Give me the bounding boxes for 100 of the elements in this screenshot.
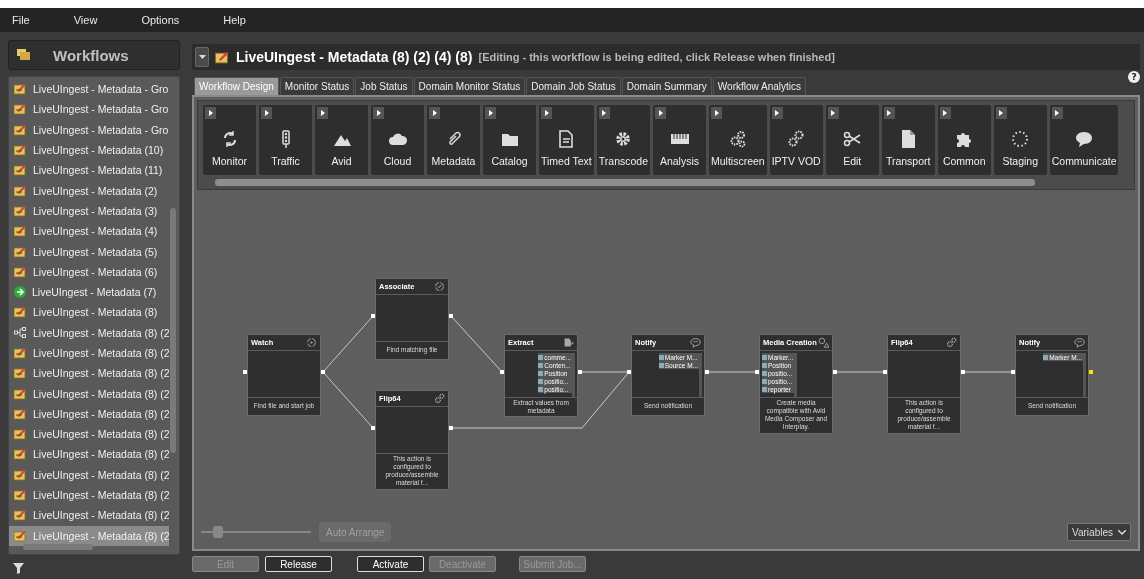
palette-button[interactable]: Communicate bbox=[1049, 105, 1119, 175]
slider-thumb[interactable] bbox=[212, 526, 223, 538]
caret-icon bbox=[198, 55, 206, 59]
zoom-slider[interactable] bbox=[201, 526, 311, 538]
palette-button[interactable]: Common bbox=[937, 105, 991, 175]
palette-button[interactable]: Transport bbox=[881, 105, 935, 175]
extract-icon bbox=[563, 337, 574, 348]
edit-document-icon bbox=[14, 428, 27, 441]
palette-button[interactable]: Metadata bbox=[427, 105, 480, 175]
edit-document-icon bbox=[215, 50, 230, 64]
expand-icon[interactable] bbox=[541, 107, 552, 119]
expand-icon[interactable] bbox=[711, 107, 722, 119]
variables-dropdown[interactable]: Variables bbox=[1067, 523, 1131, 541]
tab[interactable]: Job Status bbox=[355, 77, 413, 95]
workflow-item[interactable]: LiveUIngest - Metadata (8) (2 bbox=[9, 444, 169, 465]
expand-icon[interactable] bbox=[261, 107, 272, 119]
tab[interactable]: Workflow Analytics bbox=[712, 77, 807, 95]
palette-button[interactable]: Timed Text bbox=[539, 105, 594, 175]
workflow-item[interactable]: LiveUIngest - Metadata - Gro bbox=[9, 99, 169, 120]
speech-bubble-icon bbox=[690, 337, 701, 348]
connector-line bbox=[322, 371, 374, 429]
menu-item[interactable]: View bbox=[73, 14, 98, 26]
connector-line bbox=[834, 371, 886, 373]
input-port[interactable] bbox=[1011, 370, 1015, 374]
palette-button[interactable]: Cloud bbox=[371, 105, 424, 175]
expand-icon[interactable] bbox=[1051, 107, 1063, 119]
action-button[interactable]: Activate bbox=[357, 556, 424, 572]
workflow-item[interactable]: LiveUIngest - Metadata - Gro bbox=[9, 119, 169, 140]
expand-icon[interactable] bbox=[995, 107, 1007, 119]
input-port[interactable] bbox=[883, 370, 887, 374]
palette-button[interactable]: Traffic bbox=[259, 105, 312, 175]
expand-icon[interactable] bbox=[429, 107, 440, 119]
palette-button[interactable]: Catalog bbox=[483, 105, 536, 175]
edit-document-icon bbox=[14, 387, 27, 400]
expand-icon[interactable] bbox=[598, 107, 610, 119]
palette-button[interactable]: Edit bbox=[825, 105, 879, 175]
expand-icon[interactable] bbox=[373, 107, 384, 119]
palette-button[interactable]: Analysis bbox=[653, 105, 706, 175]
workflow-item[interactable]: LiveUIngest - Metadata (8) (2 bbox=[9, 464, 169, 485]
expand-icon[interactable] bbox=[827, 107, 839, 119]
connector-line bbox=[322, 315, 374, 373]
expand-icon[interactable] bbox=[205, 107, 216, 119]
tab[interactable]: Monitor Status bbox=[279, 77, 355, 95]
expand-icon[interactable] bbox=[655, 107, 666, 119]
palette-button[interactable]: Multiscreen bbox=[709, 105, 767, 175]
menu-item[interactable]: Help bbox=[223, 14, 246, 26]
edit-document-icon bbox=[14, 367, 27, 380]
workflow-item[interactable]: LiveUIngest - Metadata (8) (2 bbox=[9, 322, 169, 343]
workflow-item[interactable]: LiveUIngest - Metadata (8) (2 bbox=[9, 505, 169, 526]
workflow-item[interactable]: LiveUIngest - Metadata (8) (2 bbox=[9, 342, 169, 364]
collapse-button[interactable] bbox=[195, 47, 209, 67]
workflow-item[interactable]: LiveUIngest - Metadata (8) (2 bbox=[9, 403, 169, 425]
workflow-item[interactable]: LiveUIngest - Metadata (8) bbox=[9, 302, 169, 323]
filter-icon[interactable] bbox=[13, 563, 24, 574]
palette-button[interactable]: Staging bbox=[993, 105, 1047, 175]
edit-document-icon bbox=[14, 265, 27, 278]
tab[interactable]: Domain Job Status bbox=[526, 77, 621, 95]
input-port[interactable] bbox=[500, 370, 504, 374]
input-port[interactable] bbox=[371, 426, 375, 430]
edit-document-icon bbox=[14, 306, 27, 319]
help-button[interactable]: ? bbox=[1128, 71, 1140, 83]
edit-document-icon bbox=[14, 468, 27, 481]
workflow-item[interactable]: LiveUIngest - Metadata (8) (2 bbox=[9, 363, 169, 384]
edit-document-icon bbox=[14, 448, 27, 461]
tab[interactable]: Domain Monitor Status bbox=[413, 77, 526, 95]
palette-button[interactable]: Avid bbox=[315, 105, 368, 175]
input-port[interactable] bbox=[371, 314, 375, 318]
workflow-item[interactable]: LiveUIngest - Metadata (4) bbox=[9, 221, 169, 242]
expand-icon[interactable] bbox=[485, 107, 496, 119]
speech-bubble-icon bbox=[1074, 129, 1095, 149]
workflow-item[interactable]: LiveUIngest - Metadata (7) bbox=[9, 281, 169, 303]
workflow-item[interactable]: LiveUIngest - Metadata (8) (2 bbox=[9, 383, 169, 404]
workflow-item[interactable]: LiveUIngest - Metadata (10) bbox=[9, 139, 169, 161]
workflow-item[interactable]: LiveUIngest - Metadata (8) (2 bbox=[9, 484, 169, 506]
workflow-item[interactable]: LiveUIngest - Metadata (11) bbox=[9, 160, 169, 181]
edit-document-icon bbox=[14, 123, 27, 136]
menu-item[interactable]: File bbox=[12, 14, 30, 26]
palette-button[interactable]: Monitor bbox=[203, 105, 256, 175]
input-port[interactable] bbox=[243, 370, 247, 374]
menu-item[interactable]: Options bbox=[141, 14, 180, 26]
palette-button[interactable]: IPTV VOD bbox=[769, 105, 823, 175]
edit-document-icon bbox=[14, 529, 27, 542]
expand-icon[interactable] bbox=[317, 107, 328, 119]
tab[interactable]: Domain Summary bbox=[621, 77, 712, 95]
expand-icon[interactable] bbox=[771, 107, 783, 119]
workflow-item[interactable]: LiveUIngest - Metadata (6) bbox=[9, 261, 169, 282]
action-button[interactable]: Release bbox=[265, 556, 332, 572]
palette-button[interactable]: Transcode bbox=[596, 105, 650, 175]
expand-icon[interactable] bbox=[883, 107, 895, 119]
workflow-item[interactable]: LiveUIngest - Metadata (5) bbox=[9, 241, 169, 262]
input-port[interactable] bbox=[627, 370, 631, 374]
edit-document-icon bbox=[14, 347, 27, 359]
input-port[interactable] bbox=[755, 370, 759, 374]
flow-nodes-icon bbox=[14, 327, 27, 339]
edit-document-icon bbox=[14, 144, 27, 157]
workflow-item[interactable]: LiveUIngest - Metadata (8) (2 bbox=[9, 424, 169, 445]
expand-icon[interactable] bbox=[939, 107, 951, 119]
workflow-item[interactable]: LiveUIngest - Metadata (3) bbox=[9, 200, 169, 222]
workflow-item[interactable]: LiveUIngest - Metadata - Gro bbox=[9, 79, 169, 100]
workflow-item[interactable]: LiveUIngest - Metadata (2) bbox=[9, 180, 169, 201]
